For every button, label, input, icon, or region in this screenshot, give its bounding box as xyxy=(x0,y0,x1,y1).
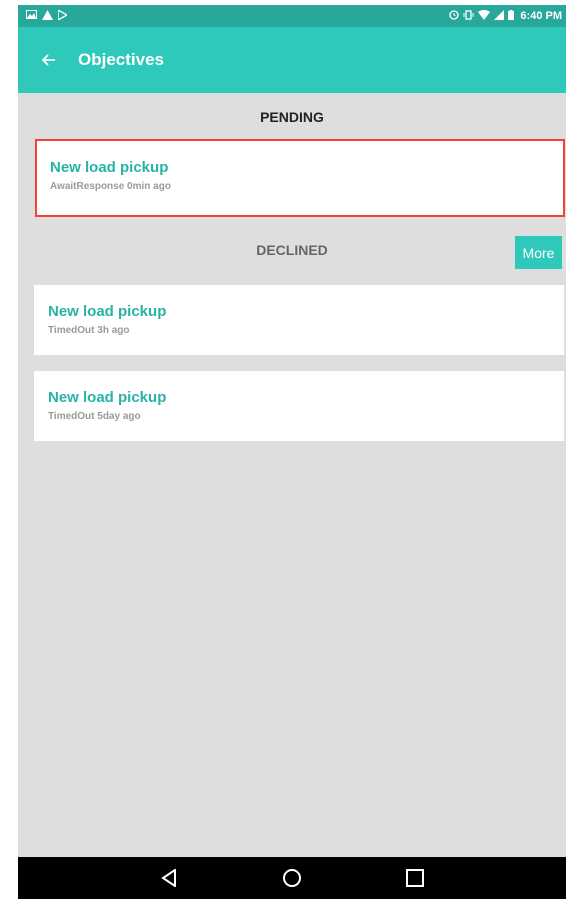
warning-icon xyxy=(42,9,53,23)
objective-status: AwaitResponse 0min ago xyxy=(50,181,171,192)
objective-title: New load pickup xyxy=(48,303,167,320)
alarm-icon xyxy=(449,9,460,23)
objective-title: New load pickup xyxy=(50,159,169,176)
objective-card[interactable]: New load pickup TimedOut 3h ago xyxy=(34,285,564,355)
page-title: Objectives xyxy=(78,50,164,69)
objective-card[interactable]: New load pickup TimedOut 5day ago xyxy=(34,371,564,441)
objective-status: TimedOut 3h ago xyxy=(48,325,130,336)
back-triangle-icon[interactable] xyxy=(154,863,184,893)
status-right-icons: 6:40 PM xyxy=(449,9,562,23)
status-left-icons xyxy=(26,8,69,23)
home-circle-icon[interactable] xyxy=(277,863,307,893)
system-nav-bar xyxy=(18,857,566,899)
play-store-icon xyxy=(57,8,69,23)
app-bar: Objectives xyxy=(18,27,566,93)
more-button[interactable]: More xyxy=(515,236,562,269)
wifi-icon xyxy=(478,9,491,23)
battery-icon xyxy=(508,9,515,23)
app-screen: 6:40 PM Objectives PENDING New load pick… xyxy=(18,5,566,899)
recents-square-icon[interactable] xyxy=(400,863,430,893)
status-bar: 6:40 PM xyxy=(18,5,566,27)
objective-title: New load pickup xyxy=(48,389,167,406)
objective-card[interactable]: New load pickup AwaitResponse 0min ago xyxy=(35,139,565,217)
pending-section-title: PENDING xyxy=(260,109,324,125)
image-icon xyxy=(26,10,37,22)
status-time: 6:40 PM xyxy=(520,10,562,22)
signal-icon xyxy=(494,9,505,23)
objective-status: TimedOut 5day ago xyxy=(48,411,141,422)
arrow-left-icon[interactable] xyxy=(38,49,60,71)
declined-section-title: DECLINED xyxy=(256,242,328,258)
vibrate-icon xyxy=(463,9,474,23)
